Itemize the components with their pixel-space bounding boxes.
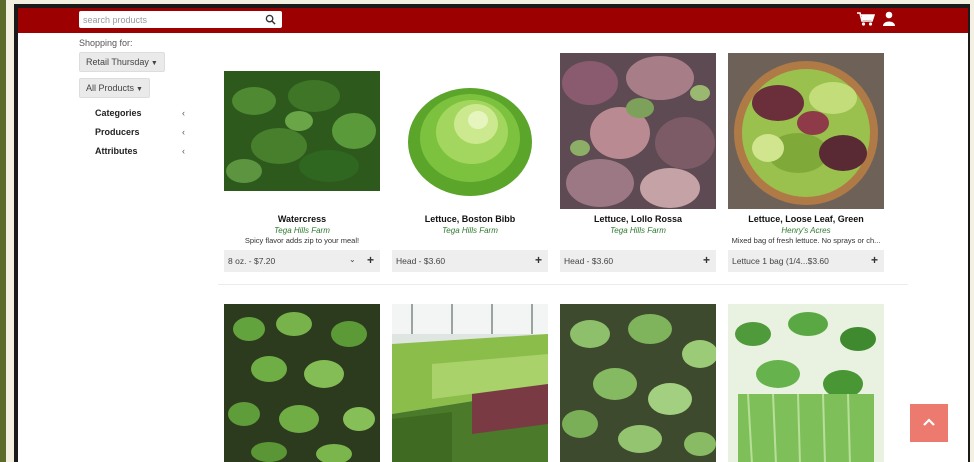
filter-attributes[interactable]: Attributes ‹ [95,146,185,156]
top-navigation-bar [18,8,968,33]
caret-down-icon: ▼ [136,86,143,93]
chevron-up-icon [923,418,935,426]
product-image-watercress[interactable] [224,71,380,191]
product-farm[interactable]: Henry's Acres [728,226,884,235]
product-option-select[interactable]: Head - $3.60 + [392,250,548,272]
cart-icon[interactable] [857,12,875,26]
add-to-cart-icon[interactable]: + [871,253,878,267]
filter-producers[interactable]: Producers ‹ [95,127,185,137]
all-products-label: All Products [86,83,135,93]
product-farm[interactable]: Tega Hills Farm [392,226,548,235]
product-name[interactable]: Lettuce, Lollo Rossa [560,214,716,224]
product-image-boston-bibb[interactable] [392,64,548,204]
product-image-greenhouse[interactable] [392,304,548,462]
product-image-lollo-rossa[interactable] [560,53,716,209]
store-page: Shopping for: Retail Thursday▼ All Produ… [18,8,968,462]
product-description: Mixed bag of fresh lettuce. No sprays or… [731,236,881,245]
search-box [79,11,282,28]
shopping-for-value: Retail Thursday [86,57,149,67]
product-image-microgreens-1[interactable] [224,304,380,462]
search-icon[interactable] [265,14,276,25]
product-image-loose-leaf[interactable] [728,53,884,209]
filter-label: Attributes [95,146,138,156]
product-farm[interactable]: Tega Hills Farm [560,226,716,235]
chevron-down-icon[interactable]: ⌄ [349,255,356,264]
add-to-cart-icon[interactable]: + [535,253,542,267]
all-products-dropdown[interactable]: All Products ▼ [79,78,150,98]
chevron-left-icon: ‹ [182,146,185,156]
shopping-for-dropdown[interactable]: Retail Thursday ▼ [79,52,165,72]
product-option-label: Head - $3.60 [396,256,446,266]
product-option-select[interactable]: 8 oz. - $7.20 ⌄ + [224,250,380,272]
product-option-select[interactable]: Head - $3.60 + [560,250,716,272]
row-divider [218,284,908,285]
product-option-label: 8 oz. - $7.20 [228,256,276,266]
scroll-to-top-button[interactable] [910,404,948,442]
product-name[interactable]: Lettuce, Boston Bibb [392,214,548,224]
left-accent-stripe [0,0,6,462]
chevron-left-icon: ‹ [182,127,185,137]
user-icon[interactable] [883,11,895,26]
caret-down-icon: ▼ [150,60,158,67]
product-name[interactable]: Watercress [224,214,380,224]
product-option-select[interactable]: Lettuce 1 bag (1/4...$3.60 + [728,250,884,272]
product-option-label: Head - $3.60 [564,256,614,266]
filter-label: Categories [95,108,142,118]
shopping-for-label: Shopping for: [79,38,133,48]
add-to-cart-icon[interactable]: + [703,253,710,267]
product-image-pea-shoots[interactable] [728,304,884,462]
add-to-cart-icon[interactable]: + [367,253,374,267]
filter-categories[interactable]: Categories ‹ [95,108,185,118]
product-farm[interactable]: Tega Hills Farm [224,226,380,235]
filter-label: Producers [95,127,140,137]
search-input[interactable] [83,12,258,27]
product-option-label: Lettuce 1 bag (1/4...$3.60 [732,256,829,266]
sidebar: Shopping for: Retail Thursday ▼ All Produ… [79,38,199,156]
product-description: Spicy flavor adds zip to your meal! [244,236,360,245]
chevron-left-icon: ‹ [182,108,185,118]
product-image-microgreens-2[interactable] [560,304,716,462]
product-name[interactable]: Lettuce, Loose Leaf, Green [728,214,884,224]
